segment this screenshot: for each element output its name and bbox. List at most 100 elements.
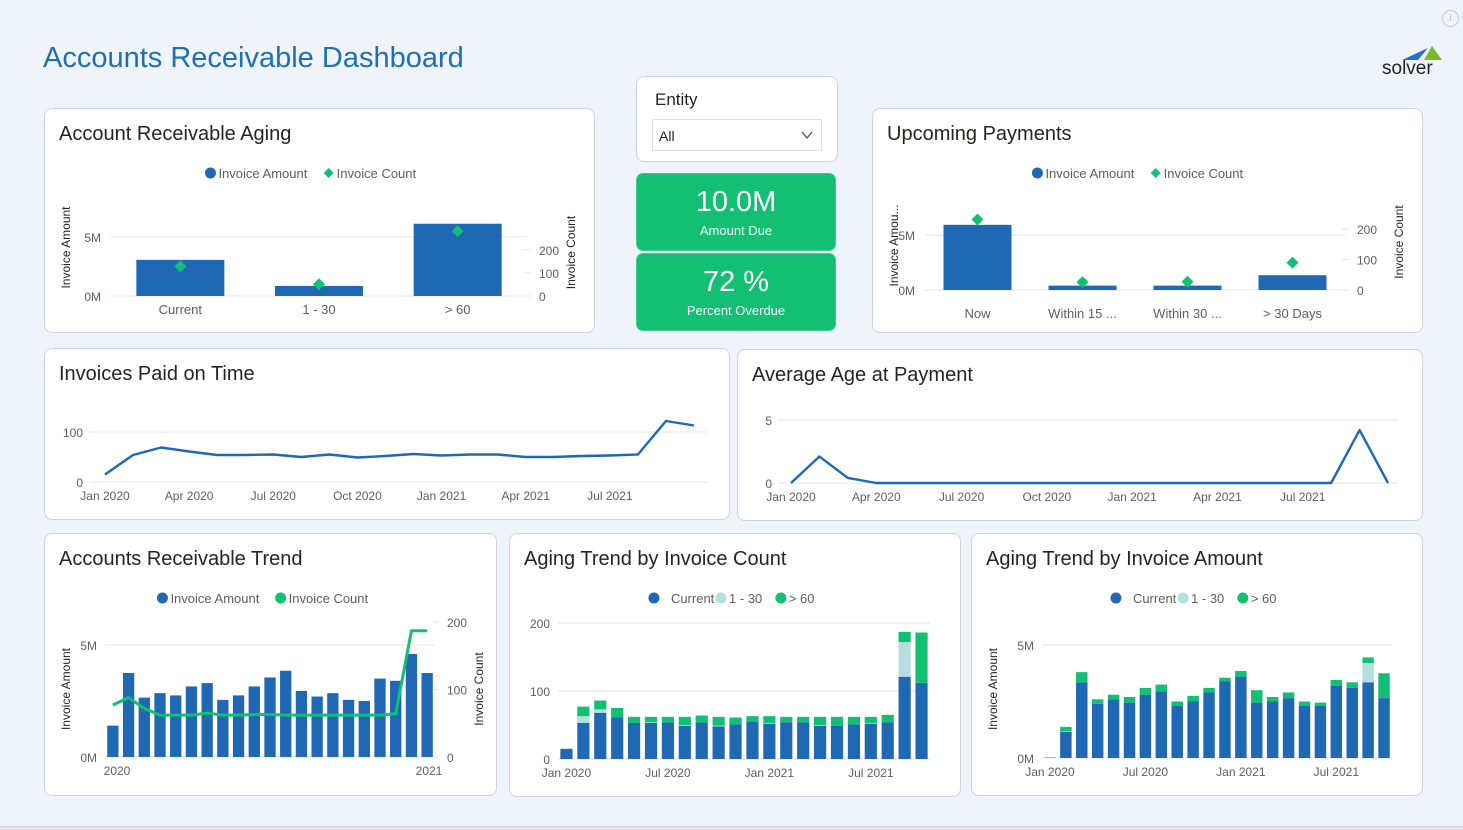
bar-segment-current [611,717,624,759]
y-tick-label: 5M [84,231,101,245]
y-tick-label: 5 [765,414,772,428]
legend-label: > 60 [1251,591,1277,606]
bar-segment-current [1076,682,1088,758]
bar-segment-current [1314,706,1327,758]
bar-segment-current [1235,676,1247,758]
bar-segment-130 [678,725,691,726]
bar-segment-60 [644,716,658,723]
bar-segment-current [814,725,827,759]
bar-segment-60 [763,716,776,723]
legend-marker-circle [715,592,727,604]
ar-trend-chart: Invoice Amount Invoice Count Invoice Amoun… [59,591,486,778]
legend-marker-circle [1177,592,1189,604]
solver-logo: solver [1382,46,1442,80]
y2-tick-label: 200 [1357,223,1377,237]
legend-label: Current [671,591,715,606]
bar-segment-60 [1251,690,1263,703]
bar-segment-130 [1362,663,1374,683]
bar-segment-60 [1123,696,1136,703]
kpi-amount-due: 10.0M Amount Due [636,173,836,251]
x-tick-label: 1 - 30 [302,302,335,317]
bar-segment-60 [1139,687,1152,695]
entity-label: Entity [655,90,698,109]
bar-segment-current [1266,701,1279,758]
bar-segment-60 [1330,680,1343,686]
bar-segment-current [695,722,708,759]
bar-segment-current [1060,732,1072,758]
bar-segment-current [847,724,860,759]
bar-segment-60 [1282,692,1295,699]
bar-segment-current [1155,691,1168,758]
bar-segment-130 [814,725,827,726]
y-tick-label: 100 [63,426,83,440]
bar-segment-current [1203,692,1215,758]
bar [374,678,386,757]
bottom-bar [0,826,1463,830]
x-tick-label: Jul 2021 [848,766,894,780]
x-tick-label: 2020 [104,764,131,778]
bar [295,690,308,757]
bar-segment-current [628,722,641,759]
bar-segment-60 [847,716,860,725]
bar-segment-60 [1060,726,1072,732]
x-tick-label: Jan 2020 [542,766,592,780]
y-tick-label: 0 [543,753,550,767]
bar-segment-60 [1362,657,1374,664]
x-tick-label: > 60 [445,302,471,317]
bar-segment-current [898,676,911,759]
y-tick-label: 0M [898,284,915,298]
legend-marker-circle [648,592,660,604]
legend-marker-circle [156,592,168,604]
x-tick-label: Jul 2021 [587,489,633,503]
x-tick-label: Oct 2020 [333,489,382,503]
entity-dropdown[interactable]: All [652,119,822,151]
avg-age-card: Average Age at Payment 0 5 Jan 2020 Apr 202… [737,349,1423,521]
bar-segment-current [1107,699,1120,758]
bar-segment-60 [1091,699,1104,704]
y2-tick-label: 100 [539,267,559,281]
bar-segment-60 [1076,672,1088,683]
y2-tick-label: 200 [539,244,559,258]
y-tick-label: 100 [530,685,550,699]
legend-marker-diamond [323,168,334,178]
bar-segment-current [729,724,742,759]
x-tick-label: Within 30 ... [1153,306,1222,321]
bar-segment-60 [577,706,590,717]
bar [405,653,418,757]
x-tick-label: Apr 2021 [1193,490,1242,504]
bar [232,695,245,757]
entity-slicer: Entity All [636,76,838,162]
legend-marker-circle [1110,592,1122,604]
bar-segment-current [746,721,759,759]
y-tick-label: 0M [1017,752,1034,766]
aging-count-card: Aging Trend by Invoice Count Current 1 - … [509,533,961,797]
bar-segment-60 [1107,694,1120,700]
y-tick-label: 0 [765,477,772,491]
legend-label: Current [1133,591,1177,606]
bar [185,686,198,757]
bar-segment-60 [814,716,827,725]
x-tick-label: Jan 2021 [417,489,467,503]
bar-segment-60 [628,716,641,723]
legend-marker-circle [275,592,287,604]
bar-segment-current [1330,685,1343,758]
avg-age-chart: 0 5 Jan 2020 Apr 2020 Jul 2020 Oct 2020 Jan 20… [765,414,1398,504]
count-marker [971,213,984,226]
ar-aging-chart: Invoice Amount Invoice Count Invoice Amoun… [59,166,578,317]
bar [217,699,229,757]
bar-segment-current [1282,698,1295,758]
bar-segment-60 [915,632,928,683]
x-tick-label: Jul 2020 [645,766,691,780]
y-tick-label: 5M [80,639,97,653]
info-icon[interactable]: i [1442,10,1459,27]
bar-segment-60 [594,700,607,710]
axis-title: Invoice Count [1392,205,1406,279]
bar-segment-60 [864,716,877,723]
bar-segment-60 [881,714,894,723]
bar-segment-current [763,723,776,759]
y-tick-label: 200 [530,617,550,631]
bar [264,677,276,757]
x-tick-label: Jul 2020 [1123,765,1169,779]
bar-segment-130 [763,722,776,724]
y2-tick-label: 100 [1357,254,1377,268]
